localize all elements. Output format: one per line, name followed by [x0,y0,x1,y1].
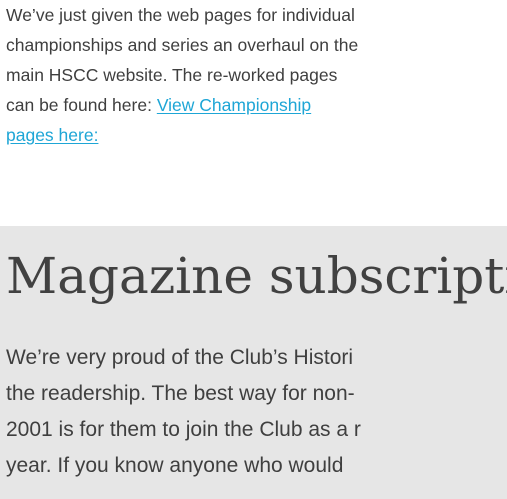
magazine-subscription-paragraph: We’re very proud of the Club’s Histori t… [6,340,361,484]
paragraph-line: pages here: [6,120,507,150]
magazine-subscription-section: Magazine subscripti We’re very proud of … [0,226,507,499]
paragraph-line: championships and series an overhaul on … [6,35,359,55]
championship-pages-paragraph: We’ve just given the web pages for indiv… [6,0,507,150]
paragraph-line: year. If you know anyone who would [6,454,344,477]
view-championship-pages-link[interactable]: View Championship [157,95,311,115]
paragraph-line: 2001 is for them to join the Club as a r [6,418,361,441]
magazine-subscription-heading: Magazine subscripti [6,247,507,305]
page: We’ve just given the web pages for indiv… [0,0,507,499]
view-championship-pages-link-continued[interactable]: pages here: [6,125,98,145]
paragraph-line: main HSCC website. The re-worked pages [6,65,338,85]
paragraph-line-prefix: can be found here: [6,95,157,115]
paragraph-line: We’ve just given the web pages for indiv… [6,5,355,25]
paragraph-line: the readership. The best way for non- [6,382,355,405]
paragraph-line: We’re very proud of the Club’s Histori [6,346,354,369]
paragraph-line: can be found here: View Championship [6,90,507,120]
